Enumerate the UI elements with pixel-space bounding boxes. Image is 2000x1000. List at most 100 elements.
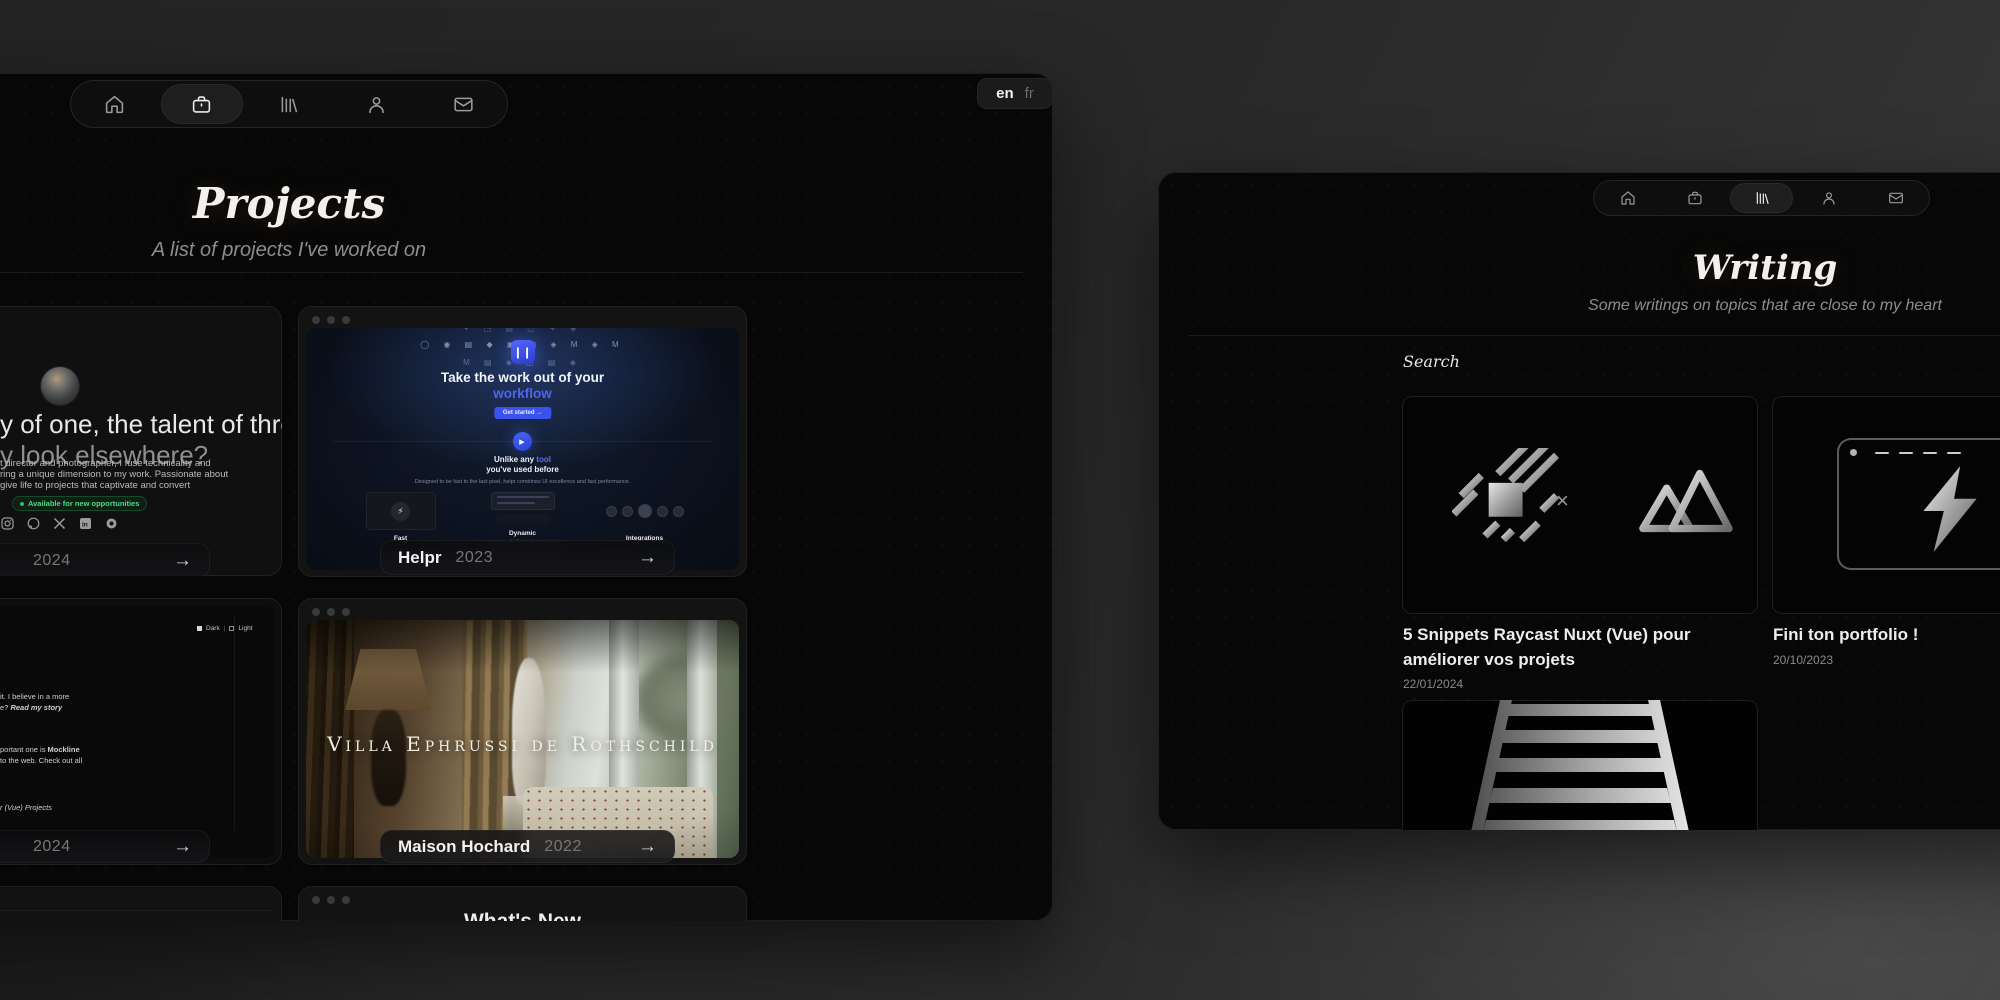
article-card-portfolio[interactable] bbox=[1772, 396, 2000, 614]
arrow-right-icon[interactable]: → bbox=[173, 550, 192, 572]
project-name: Maison Hochard bbox=[398, 837, 530, 857]
project-name: Helpr bbox=[398, 548, 441, 568]
article-card-raycast-nuxt[interactable] bbox=[1402, 396, 1758, 614]
project-year: 2024 bbox=[33, 838, 71, 856]
story-line2: e? Read my story bbox=[0, 703, 62, 712]
availability-badge-label: Available for new opportunities bbox=[28, 499, 139, 508]
project-year: 2024 bbox=[33, 552, 71, 570]
briefcase-icon bbox=[1687, 190, 1703, 206]
ladder-icon bbox=[1402, 700, 1758, 830]
desktop-background: en fr Projects A list of projects I've w… bbox=[0, 0, 2000, 1000]
github-icon bbox=[27, 517, 40, 530]
library-icon bbox=[1754, 190, 1770, 206]
app-icons-row-top: ✦ ◳ ▤ ◫ ✦ ◈ bbox=[306, 328, 739, 333]
user-icon bbox=[1821, 190, 1837, 206]
window-dots bbox=[312, 896, 350, 904]
user-icon bbox=[366, 94, 387, 115]
helpr-hero-line1: Take the work out of your bbox=[306, 370, 739, 385]
instagram-icon bbox=[1, 517, 14, 530]
page-title: Projects bbox=[39, 179, 539, 228]
svg-text:in: in bbox=[82, 522, 88, 529]
villa-photo: Villa Ephrussi de Rothschild bbox=[306, 620, 739, 858]
nav-item-projects[interactable] bbox=[1663, 183, 1726, 213]
feature-dynamic: Dynamic Create powerful flows with our d… bbox=[475, 492, 571, 544]
main-nav bbox=[70, 80, 508, 128]
arrow-right-icon[interactable]: → bbox=[173, 836, 192, 858]
nav-item-contact[interactable] bbox=[1864, 183, 1927, 213]
raycast-logo-icon bbox=[1452, 448, 1562, 558]
play-button: ▶ bbox=[513, 432, 532, 451]
project-card-clipped[interactable] bbox=[0, 886, 282, 921]
project-card-intro[interactable]: y of one, the talent of three y look els… bbox=[0, 306, 282, 576]
story-line4: to the web. Check out all bbox=[0, 756, 82, 765]
project-year: 2022 bbox=[544, 838, 582, 856]
projects-window: en fr Projects A list of projects I've w… bbox=[0, 73, 1053, 921]
avatar bbox=[41, 367, 79, 405]
lang-fr[interactable]: fr bbox=[1025, 85, 1034, 102]
search-label[interactable]: Search bbox=[1403, 352, 1460, 371]
intro-body-line3: give life to projects that captivate and… bbox=[0, 480, 190, 491]
project-card-story[interactable]: Dark | Light it. I believe in a more e? … bbox=[0, 598, 282, 865]
helpr-features: ⚡ Fast Dynamic Create powerful flows wit… bbox=[306, 492, 739, 544]
article-title[interactable]: 5 Snippets Raycast Nuxt (Vue) pour améli… bbox=[1403, 622, 1763, 672]
home-icon bbox=[1620, 190, 1636, 206]
helpr-sub-line1: Unlike any tool bbox=[306, 455, 739, 464]
library-icon bbox=[278, 94, 299, 115]
nav-item-writing[interactable] bbox=[1730, 183, 1793, 213]
social-icons: in bbox=[1, 517, 118, 530]
story-line3: portant one is Mockline bbox=[0, 745, 80, 754]
nav-item-home[interactable] bbox=[74, 84, 156, 124]
nav-item-about[interactable] bbox=[335, 84, 417, 124]
project-bar-intro[interactable]: 2024 → bbox=[0, 543, 210, 576]
article-date: 22/01/2024 bbox=[1403, 677, 1463, 691]
intro-body-line1: t director and photographer, I fuse tech… bbox=[0, 458, 211, 469]
header-divider bbox=[1188, 335, 2000, 336]
nav-item-home[interactable] bbox=[1596, 183, 1659, 213]
page-title: Writing bbox=[1565, 248, 1965, 288]
intro-heading-line1: y of one, the talent of three bbox=[0, 409, 282, 440]
lang-en[interactable]: en bbox=[996, 85, 1014, 102]
mail-icon bbox=[453, 94, 474, 115]
language-switcher: en fr bbox=[977, 78, 1053, 109]
story-line1: it. I believe in a more bbox=[0, 692, 69, 701]
nav-item-contact[interactable] bbox=[422, 84, 504, 124]
arrow-right-icon[interactable]: → bbox=[638, 547, 657, 569]
mail-icon bbox=[1888, 190, 1904, 206]
lightning-bolt-icon bbox=[1919, 466, 1981, 552]
project-bar-story[interactable]: 2024 → bbox=[0, 830, 210, 863]
story-page-edge bbox=[234, 614, 235, 831]
x-twitter-icon bbox=[53, 517, 66, 530]
theme-toggle: Dark | Light bbox=[197, 625, 253, 632]
helpr-hero-line2: workflow bbox=[306, 386, 739, 401]
helpr-tagline: Designed to be fast to the last pixel, h… bbox=[306, 479, 739, 485]
article-date: 20/10/2023 bbox=[1773, 653, 1833, 667]
page-subtitle: A list of projects I've worked on bbox=[39, 239, 539, 262]
arrow-right-icon[interactable]: → bbox=[638, 836, 657, 858]
project-card-whats-new[interactable]: What's New bbox=[298, 886, 747, 921]
main-nav bbox=[1593, 180, 1930, 216]
whats-new-title: What's New bbox=[298, 910, 747, 921]
helpr-sub-line2: you've used before bbox=[306, 465, 739, 474]
article-card-ladder[interactable] bbox=[1402, 700, 1758, 830]
nav-item-projects[interactable] bbox=[161, 84, 243, 124]
window-dots bbox=[312, 316, 350, 324]
project-bar-maison[interactable]: Maison Hochard 2022 → bbox=[380, 830, 675, 863]
lightning-icon: ⚡ bbox=[391, 502, 410, 521]
article-title[interactable]: Fini ton portfolio ! bbox=[1773, 622, 2000, 647]
writing-window: Writing Some writings on topics that are… bbox=[1158, 172, 2000, 830]
terminal-frame-icon bbox=[1837, 438, 2000, 570]
status-dot-icon bbox=[20, 502, 24, 506]
project-card-maison[interactable]: Villa Ephrussi de Rothschild Maison Hoch… bbox=[298, 598, 747, 865]
nav-item-writing[interactable] bbox=[248, 84, 330, 124]
nuxt-logo-icon bbox=[1630, 462, 1740, 540]
nav-item-about[interactable] bbox=[1797, 183, 1860, 213]
x-collab-symbol: × bbox=[1556, 488, 1569, 514]
briefcase-icon bbox=[191, 94, 212, 115]
project-bar-helpr[interactable]: Helpr 2023 → bbox=[380, 540, 675, 575]
window-dots bbox=[312, 608, 350, 616]
helpr-app-icon: ❙❙ bbox=[511, 340, 535, 364]
bento-icon bbox=[105, 517, 118, 530]
project-card-helpr[interactable]: ✦ ◳ ▤ ◫ ✦ ◈ ◯ ◉ ▤ ◆ ▣ ◫ ◈ M ◈ M M ▤ ◈ ◫ … bbox=[298, 306, 747, 577]
light-swatch-icon bbox=[229, 626, 234, 631]
story-line5: r (Vue) Projects bbox=[0, 803, 52, 812]
